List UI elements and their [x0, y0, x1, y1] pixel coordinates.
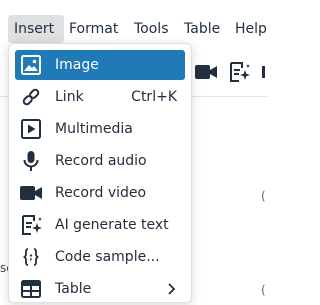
menu-item-record-video[interactable]: Record video	[15, 178, 185, 208]
menu-item-label: Record video	[55, 185, 147, 201]
menu-item-link[interactable]: Link Ctrl+K	[15, 82, 185, 112]
microphone-icon	[19, 149, 43, 173]
ai-generate-text-icon[interactable]	[227, 60, 251, 84]
ai-generate-text-icon	[19, 213, 43, 237]
menu-item-label: Code sample...	[55, 249, 160, 265]
toolbar-overflow-icon[interactable]	[262, 62, 267, 82]
menu-item-label: Link	[55, 89, 84, 105]
menu-item-ai-generate-text[interactable]: AI generate text	[15, 210, 185, 240]
menubar-table[interactable]: Table	[178, 15, 226, 43]
video-camera-icon	[19, 181, 43, 205]
menu-item-label: Table	[55, 281, 92, 297]
menubar-tools[interactable]: Tools	[128, 15, 175, 43]
menu-item-label: Image	[55, 57, 99, 73]
table-icon	[19, 277, 43, 301]
multimedia-icon	[19, 117, 43, 141]
link-icon	[19, 85, 43, 109]
menu-item-code-sample[interactable]: Code sample...	[15, 242, 185, 272]
menu-item-shortcut: Ctrl+K	[131, 89, 177, 105]
menubar-insert[interactable]: Insert	[8, 15, 64, 43]
image-icon	[19, 53, 43, 77]
menubar-format[interactable]: Format	[63, 15, 124, 43]
record-video-icon[interactable]	[194, 60, 218, 84]
editor-glyph-1: (	[261, 189, 266, 203]
insert-menu: Image Link Ctrl+K Multimedia Record audi…	[8, 43, 192, 303]
menu-item-record-audio[interactable]: Record audio	[15, 146, 185, 176]
menu-item-label: Record audio	[55, 153, 147, 169]
menu-item-multimedia[interactable]: Multimedia	[15, 114, 185, 144]
menu-item-label: AI generate text	[55, 217, 169, 233]
code-sample-icon	[19, 245, 43, 269]
menubar-help[interactable]: Help	[229, 15, 273, 43]
menu-item-label: Multimedia	[55, 121, 133, 137]
menu-item-table[interactable]: Table	[15, 274, 185, 304]
menu-item-image[interactable]: Image	[15, 50, 185, 80]
